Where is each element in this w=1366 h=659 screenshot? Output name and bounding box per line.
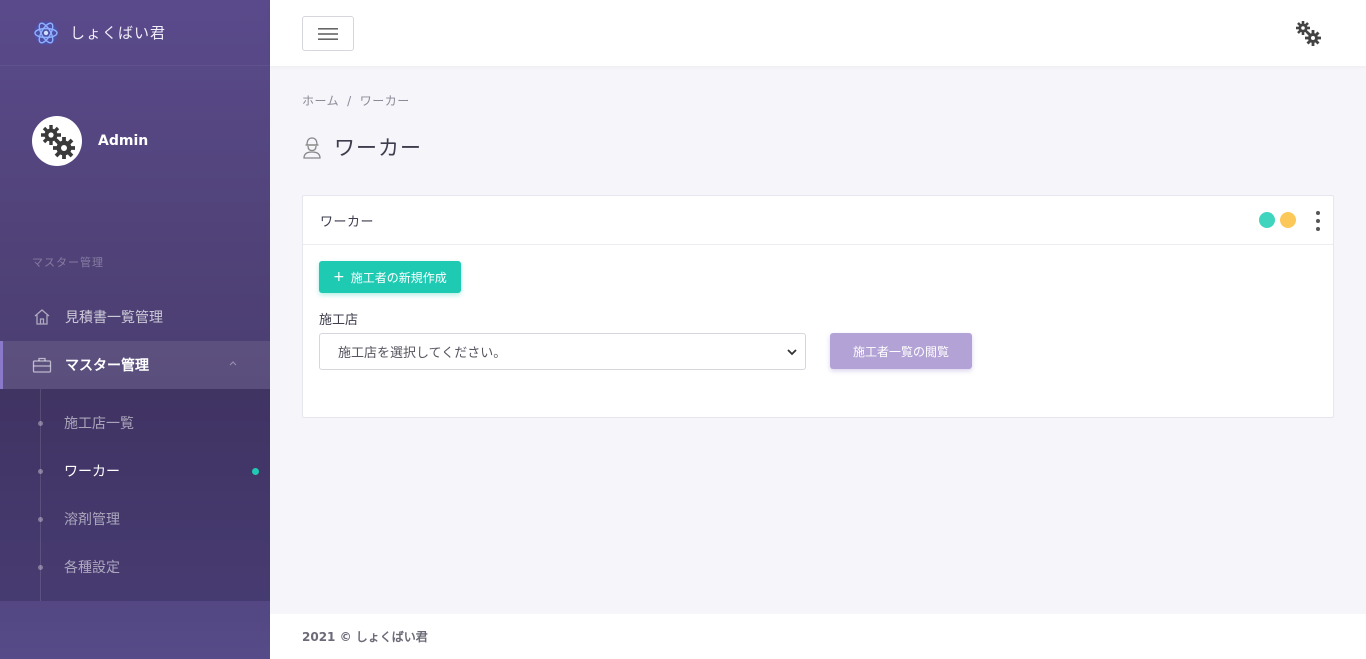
create-worker-label: 施工者の新規作成 <box>350 270 447 285</box>
avatar <box>32 116 82 166</box>
view-workers-button[interactable]: 施工者一覧の閲覧 <box>830 333 972 369</box>
sidebar: しょくばい君 Admin マスター管理 見積書一覧管理 マスター管理 施工店一覧… <box>0 0 270 659</box>
bullet-dot <box>38 421 43 426</box>
create-worker-button[interactable]: + 施工者の新規作成 <box>319 261 461 293</box>
footer: 2021 © しょくばい君 <box>270 614 1366 659</box>
sidebar-subitem-label: ワーカー <box>64 464 120 480</box>
menu-toggle-button[interactable] <box>302 16 354 51</box>
contractor-select[interactable]: 施工店を選択してください。 <box>319 333 806 370</box>
chevron-down-icon <box>787 349 797 356</box>
nav-section-title: マスター管理 <box>32 256 104 269</box>
sidebar-subitem-solvents[interactable]: 溶剤管理 <box>0 495 270 543</box>
breadcrumb-home-link[interactable]: ホーム <box>302 94 339 108</box>
topbar <box>270 0 1366 66</box>
breadcrumb: ホーム / ワーカー <box>302 92 410 109</box>
main-content: ホーム / ワーカー ワーカー ワーカー + 施工者の新規作成 施工店 施工店を選択… <box>270 66 1366 614</box>
yellow-status-dot[interactable] <box>1280 212 1296 228</box>
sidebar-item-label: 見積書一覧管理 <box>65 310 163 326</box>
sidebar-subitem-label: 溶剤管理 <box>64 512 120 528</box>
teal-status-dot[interactable] <box>1259 212 1275 228</box>
sidebar-subitem-settings[interactable]: 各種設定 <box>0 543 270 591</box>
sidebar-subitem-contractors[interactable]: 施工店一覧 <box>0 399 270 447</box>
toolbox-icon <box>32 355 52 375</box>
breadcrumb-current: ワーカー <box>359 94 410 108</box>
more-options-icon[interactable] <box>1313 211 1323 231</box>
contractor-field-label: 施工店 <box>319 313 359 328</box>
card-title: ワーカー <box>320 214 375 230</box>
worker-icon <box>303 137 321 159</box>
page-title: ワーカー <box>334 136 422 160</box>
user-profile[interactable]: Admin <box>0 116 270 166</box>
sidebar-subitem-label: 各種設定 <box>64 560 120 576</box>
bullet-dot <box>38 469 43 474</box>
footer-text: 2021 © しょくばい君 <box>302 630 428 644</box>
bullet-dot <box>38 565 43 570</box>
atom-logo-icon <box>34 20 58 45</box>
card-header: ワーカー <box>303 196 1333 245</box>
sidebar-item-estimates[interactable]: 見積書一覧管理 <box>0 293 270 341</box>
plus-icon: + <box>333 269 345 285</box>
sidebar-subitem-worker[interactable]: ワーカー <box>0 447 270 495</box>
bullet-dot <box>38 517 43 522</box>
sidebar-submenu: 施工店一覧 ワーカー 溶剤管理 各種設定 <box>0 389 270 601</box>
profile-name: Admin <box>98 133 149 149</box>
breadcrumb-separator: / <box>347 94 352 108</box>
gears-avatar-icon <box>41 125 75 159</box>
contractor-select-value: 施工店を選択してください。 <box>338 346 507 361</box>
hamburger-icon <box>318 27 338 40</box>
home-icon <box>32 307 52 327</box>
worker-card: ワーカー + 施工者の新規作成 施工店 施工店を選択してください。 施工者一覧の… <box>302 195 1334 418</box>
chevron-up-icon <box>229 361 237 366</box>
sidebar-item-label: マスター管理 <box>65 358 149 374</box>
brand[interactable]: しょくばい君 <box>0 0 270 66</box>
page-header: ワーカー <box>302 132 422 162</box>
sidebar-subitem-label: 施工店一覧 <box>64 416 134 432</box>
gears-icon[interactable] <box>1294 19 1322 47</box>
sidebar-item-master[interactable]: マスター管理 <box>0 341 270 389</box>
brand-name: しょくばい君 <box>70 24 167 42</box>
active-indicator-dot <box>252 468 259 475</box>
